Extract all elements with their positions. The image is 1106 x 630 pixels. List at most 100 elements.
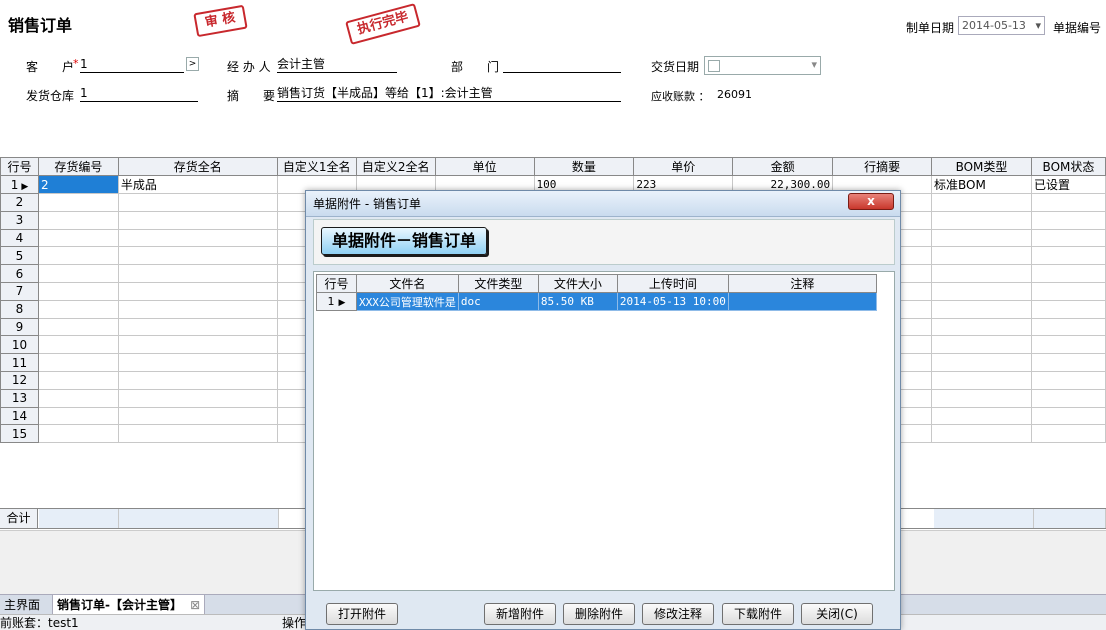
table-cell[interactable] <box>37 370 119 390</box>
grid-header-cell[interactable]: BOM类型 <box>931 157 1032 176</box>
table-cell[interactable] <box>117 353 278 372</box>
table-cell[interactable] <box>1030 193 1106 212</box>
table-cell[interactable]: 已设置 <box>1030 175 1106 194</box>
table-cell[interactable] <box>37 317 119 337</box>
table-cell[interactable] <box>37 281 119 301</box>
attachment-header-cell[interactable]: 上传时间 <box>616 274 729 293</box>
grid-header-cell[interactable]: 行摘要 <box>832 157 933 176</box>
grid-header-cell[interactable]: 存货编号 <box>37 157 119 176</box>
table-cell[interactable] <box>37 210 119 230</box>
download-attachment-button[interactable]: 下载附件 <box>722 603 794 625</box>
make-date-select[interactable]: 2014-05-13 ▾ <box>958 16 1045 35</box>
table-cell[interactable] <box>37 406 119 426</box>
table-cell[interactable] <box>1030 281 1106 301</box>
table-cell[interactable] <box>117 335 278 355</box>
table-cell[interactable] <box>931 424 1032 444</box>
grid-header-cell[interactable]: 金额 <box>732 157 834 176</box>
table-cell[interactable] <box>117 228 278 248</box>
table-cell[interactable] <box>117 388 278 408</box>
table-cell[interactable] <box>1030 246 1106 266</box>
table-cell[interactable] <box>117 264 278 283</box>
table-cell[interactable] <box>931 370 1032 390</box>
table-cell[interactable] <box>37 388 119 408</box>
table-cell[interactable] <box>931 335 1032 355</box>
table-cell[interactable] <box>37 264 119 283</box>
table-cell[interactable] <box>117 246 278 266</box>
table-cell[interactable] <box>117 299 278 319</box>
warehouse-field[interactable]: 1 <box>80 86 198 102</box>
table-cell[interactable] <box>117 193 278 212</box>
table-cell[interactable]: 标准BOM <box>931 175 1032 194</box>
table-cell[interactable] <box>931 246 1032 266</box>
grid-header-cell[interactable]: 单位 <box>434 157 535 176</box>
table-cell[interactable] <box>117 370 278 390</box>
attachment-cell[interactable]: 85.50 KB <box>537 292 618 311</box>
grid-header-cell[interactable]: 自定义1全名 <box>276 157 357 176</box>
attachment-cell[interactable]: XXX公司管理软件是 <box>356 292 459 311</box>
table-cell[interactable] <box>931 281 1032 301</box>
open-attachment-button[interactable]: 打开附件 <box>326 603 398 625</box>
dialog-close-text-button[interactable]: 关闭(C) <box>801 603 873 625</box>
attachment-cell[interactable]: 2014-05-13 10:00 <box>616 292 729 311</box>
handler-field[interactable]: 会计主管 <box>277 57 397 73</box>
table-cell[interactable] <box>117 210 278 230</box>
dept-field[interactable] <box>503 57 621 73</box>
table-cell[interactable] <box>1030 406 1106 426</box>
table-cell[interactable] <box>931 353 1032 372</box>
table-cell[interactable] <box>931 210 1032 230</box>
table-cell[interactable] <box>931 299 1032 319</box>
edit-note-button[interactable]: 修改注释 <box>642 603 714 625</box>
table-cell[interactable] <box>37 424 119 444</box>
grid-header-cell[interactable]: BOM状态 <box>1030 157 1106 176</box>
grid-header-cell[interactable]: 存货全名 <box>117 157 278 176</box>
attachment-header-cell[interactable]: 行号 <box>316 274 357 293</box>
table-cell[interactable] <box>37 228 119 248</box>
table-cell[interactable]: 半成品 <box>117 175 278 194</box>
dialog-close-button[interactable]: x <box>848 193 894 210</box>
table-cell[interactable] <box>117 424 278 444</box>
attachment-header-cell[interactable]: 文件大小 <box>537 274 618 293</box>
attachment-header-cell[interactable]: 注释 <box>727 274 877 293</box>
table-cell[interactable] <box>37 193 119 212</box>
close-icon[interactable]: ⊠ <box>190 598 200 612</box>
table-cell[interactable] <box>37 335 119 355</box>
grid-header-cell[interactable]: 数量 <box>533 157 635 176</box>
table-cell[interactable] <box>931 388 1032 408</box>
table-cell[interactable] <box>931 406 1032 426</box>
delete-attachment-button[interactable]: 删除附件 <box>563 603 635 625</box>
add-attachment-button[interactable]: 新增附件 <box>484 603 556 625</box>
grid-header-cell[interactable]: 单价 <box>633 157 734 176</box>
delivery-date-checkbox[interactable] <box>708 60 720 72</box>
table-cell[interactable] <box>117 317 278 337</box>
table-cell[interactable] <box>37 246 119 266</box>
table-cell[interactable] <box>1030 370 1106 390</box>
summary-field[interactable]: 销售订货【半成品】等给【1】:会计主管 <box>277 86 621 102</box>
delivery-date-select[interactable]: ▾ <box>704 56 821 75</box>
table-cell[interactable] <box>931 264 1032 283</box>
tab-sales-order[interactable]: 销售订单-【会计主管】 ⊠ <box>52 595 206 615</box>
table-cell[interactable] <box>1030 424 1106 444</box>
table-cell[interactable] <box>37 353 119 372</box>
grid-header-cell[interactable]: 行号 <box>0 157 39 176</box>
table-cell[interactable] <box>931 228 1032 248</box>
table-cell[interactable] <box>1030 317 1106 337</box>
table-cell[interactable] <box>1030 335 1106 355</box>
table-cell[interactable] <box>1030 388 1106 408</box>
table-cell[interactable] <box>1030 299 1106 319</box>
table-cell[interactable] <box>117 281 278 301</box>
table-cell[interactable] <box>1030 228 1106 248</box>
attachment-header-cell[interactable]: 文件类型 <box>457 274 539 293</box>
grid-header-cell[interactable]: 自定义2全名 <box>355 157 436 176</box>
table-cell[interactable] <box>117 406 278 426</box>
table-cell[interactable] <box>931 193 1032 212</box>
customer-lookup-button[interactable]: > <box>186 57 199 71</box>
table-cell[interactable]: 2 <box>37 175 119 194</box>
attachment-header-cell[interactable]: 文件名 <box>356 274 459 293</box>
tab-home[interactable]: 主界面 <box>0 595 44 615</box>
table-cell[interactable] <box>1030 353 1106 372</box>
attachment-cell[interactable] <box>727 292 877 311</box>
attachment-cell[interactable]: doc <box>457 292 539 311</box>
table-cell[interactable] <box>37 299 119 319</box>
dialog-titlebar[interactable]: 单据附件 - 销售订单 x <box>306 191 900 217</box>
table-cell[interactable] <box>1030 210 1106 230</box>
